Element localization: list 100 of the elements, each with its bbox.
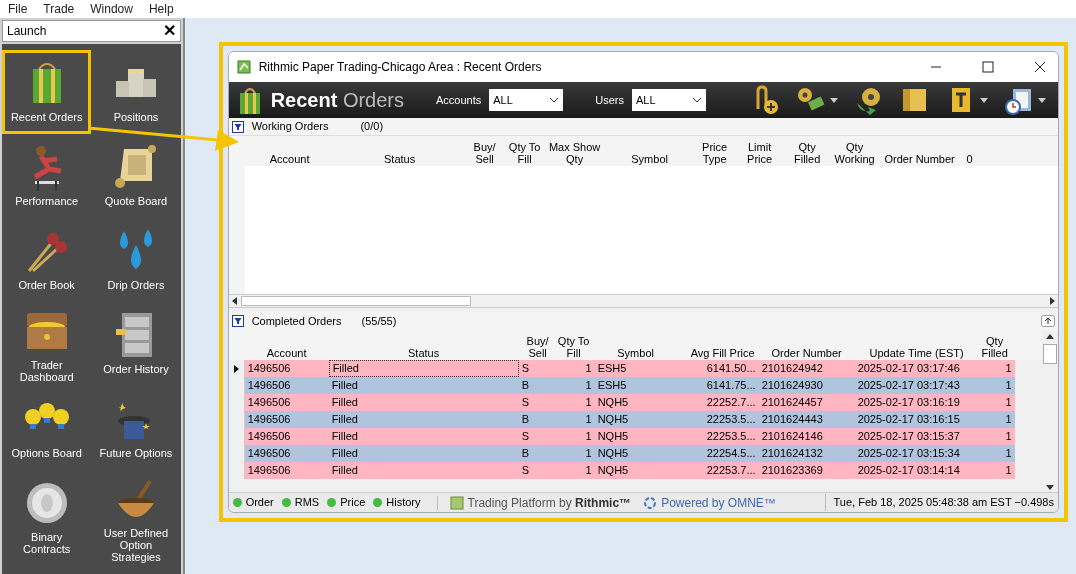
status-label: Price (340, 495, 366, 511)
menu-item[interactable]: Trade (43, 0, 75, 18)
table-cell-text: 6141.75... (706, 378, 756, 394)
menu-item[interactable]: Window (90, 0, 133, 18)
table-cell-text: NQH5 (597, 429, 629, 445)
column-header[interactable]: Qty Filled (784, 141, 830, 165)
column-header[interactable]: Qty Filled (978, 335, 1011, 359)
table-cell-text: Filled (331, 446, 358, 462)
close-icon[interactable] (1034, 61, 1046, 73)
scroll-thumb[interactable] (1043, 344, 1057, 364)
table-row[interactable]: 1496506 Filled S 1 NQH5 22252.7... 2101624457 2025-02-17 03:16:19 1 (244, 394, 1015, 411)
column-header[interactable]: Buy/ Sell (464, 141, 505, 165)
table-cell-text: 22252.7... (706, 395, 756, 411)
menu-item[interactable]: Help (148, 0, 174, 18)
table-cell-text: 2101624942 (761, 361, 823, 377)
launcher-item[interactable]: User Defined Option Strategies (91, 470, 181, 564)
launcher-item[interactable]: Drip Orders (91, 218, 181, 302)
powered-text: Powered by OMNE™ (661, 494, 776, 512)
table-cell-text: 1 (585, 463, 592, 479)
table-cell-text: 22253.7... (706, 463, 756, 479)
table-row[interactable]: 1496506 Filled S 1 ESH5 6141.50... 2101624942 2025-02-17 03:17:46 1 (244, 360, 1015, 377)
column-header[interactable]: Status (408, 347, 440, 359)
filter-icon[interactable] (231, 120, 244, 133)
table-cell-text: 6141.50... (706, 361, 756, 377)
column-header[interactable]: Qty Working (829, 141, 880, 165)
table-cell-text: NQH5 (597, 463, 629, 479)
table-row[interactable]: 1496506 Filled B 1 NQH5 22254.5... 2101624132 2025-02-17 03:15:34 1 (244, 445, 1015, 462)
column-header[interactable]: Price Type (694, 141, 735, 165)
maximize-icon[interactable] (982, 61, 994, 73)
close-button[interactable]: ✕ (162, 23, 176, 39)
table-cell-text: 2101623369 (761, 463, 823, 479)
column-header[interactable]: Status (384, 153, 416, 165)
menu-item[interactable]: File (8, 0, 28, 18)
table-row[interactable]: 1496506 Filled B 1 NQH5 22253.5... 2101624443 2025-02-17 03:16:15 1 (244, 411, 1015, 428)
table-cell-text: Filled (331, 429, 358, 445)
column-header[interactable]: Limit Price (734, 141, 785, 165)
table-cell-text: ESH5 (597, 361, 627, 377)
launcher-item[interactable]: Trader Dashboard (2, 302, 92, 386)
launcher-item[interactable]: Positions (91, 50, 181, 134)
table-cell-text: 22253.5... (706, 429, 756, 445)
launcher-item[interactable]: Options Board (2, 386, 92, 470)
caret-icon[interactable] (830, 97, 838, 103)
filter-label: Users (595, 92, 624, 108)
launcher-item[interactable]: Binary Contracts (2, 470, 92, 564)
filter-dropdown[interactable]: ALL (489, 89, 564, 111)
column-header[interactable]: 0 (966, 153, 973, 165)
table-cell-text: 2101624930 (761, 378, 823, 394)
column-header[interactable]: Account (269, 153, 310, 165)
launcher-item[interactable]: Order Book (2, 218, 92, 302)
panel-title: Launch (7, 23, 47, 40)
window-title: Rithmic Paper Trading-Chicago Area : Recent Orders (258, 59, 543, 76)
horizontal-scrollbar[interactable] (228, 294, 1058, 308)
column-header[interactable]: Account (266, 347, 307, 359)
table-cell-text: NQH5 (597, 446, 629, 462)
table-cell-text: 2025-02-17 03:17:43 (857, 378, 960, 394)
filter-dropdown[interactable]: ALL (632, 89, 706, 111)
table-cell-text: Filled (332, 361, 359, 377)
launcher-item[interactable]: Order History (91, 302, 181, 386)
launcher-item[interactable]: Future Options (91, 386, 181, 470)
table-cell-text: Filled (331, 412, 358, 428)
table-cell-text: 2101624132 (761, 446, 823, 462)
table-cell-text: 2025-02-17 03:17:46 (857, 361, 960, 377)
table-cell-text: 2101624146 (761, 429, 823, 445)
section-title: Completed Orders (251, 313, 342, 329)
column-header[interactable]: Qty To Fill (556, 335, 591, 359)
column-header[interactable]: Symbol (617, 347, 654, 359)
column-header[interactable]: Order Number (884, 153, 955, 165)
caret-icon[interactable] (1038, 97, 1046, 103)
table-cell-text: 1 (585, 395, 592, 411)
launcher-item[interactable]: Performance (2, 134, 92, 218)
column-header[interactable]: Avg Fill Price (690, 347, 755, 359)
table-cell-text: 1 (1005, 361, 1012, 377)
table-cell-text: 22253.5... (706, 412, 756, 428)
launcher-item[interactable]: Quote Board (91, 134, 181, 218)
column-header[interactable]: Update Time (EST) (869, 347, 964, 359)
table-cell-text: 1 (585, 361, 592, 377)
platform-text: Trading Platform by Rithmic™ (467, 494, 632, 512)
table-cell-text: 1 (585, 446, 592, 462)
launcher-item[interactable]: Recent Orders (2, 50, 92, 134)
column-header[interactable]: Qty To Fill (504, 141, 545, 165)
column-header[interactable]: Max Show Qty (544, 141, 605, 165)
scroll-up-icon[interactable] (1045, 332, 1055, 340)
caret-icon[interactable] (980, 97, 988, 103)
column-header[interactable]: Buy/ Sell (518, 335, 557, 359)
table-cell-text: 1496506 (247, 395, 291, 411)
filter-label: Accounts (436, 92, 482, 108)
table-cell-text: 1 (1005, 412, 1012, 428)
table-cell-text: 1496506 (247, 446, 291, 462)
table-cell-text: Filled (331, 378, 358, 394)
table-row[interactable]: 1496506 Filled B 1 ESH5 6141.75... 2101624930 2025-02-17 03:17:43 1 (244, 377, 1015, 394)
table-row[interactable]: 1496506 Filled S 1 NQH5 22253.5... 2101624146 2025-02-17 03:15:37 1 (244, 428, 1015, 445)
collapse-icon[interactable] (1041, 315, 1055, 327)
chevron-icon[interactable] (549, 97, 560, 103)
column-header[interactable]: Symbol (631, 153, 668, 165)
table-cell-text: 2025-02-17 03:14:14 (857, 463, 960, 479)
chevron-icon[interactable] (692, 97, 702, 103)
table-cell-text: S (521, 429, 529, 445)
column-header[interactable]: Order Number (771, 347, 842, 359)
filter-icon[interactable] (231, 315, 244, 327)
table-row[interactable]: 1496506 Filled S 1 NQH5 22253.7... 2101623369 2025-02-17 03:14:14 1 (244, 462, 1015, 479)
